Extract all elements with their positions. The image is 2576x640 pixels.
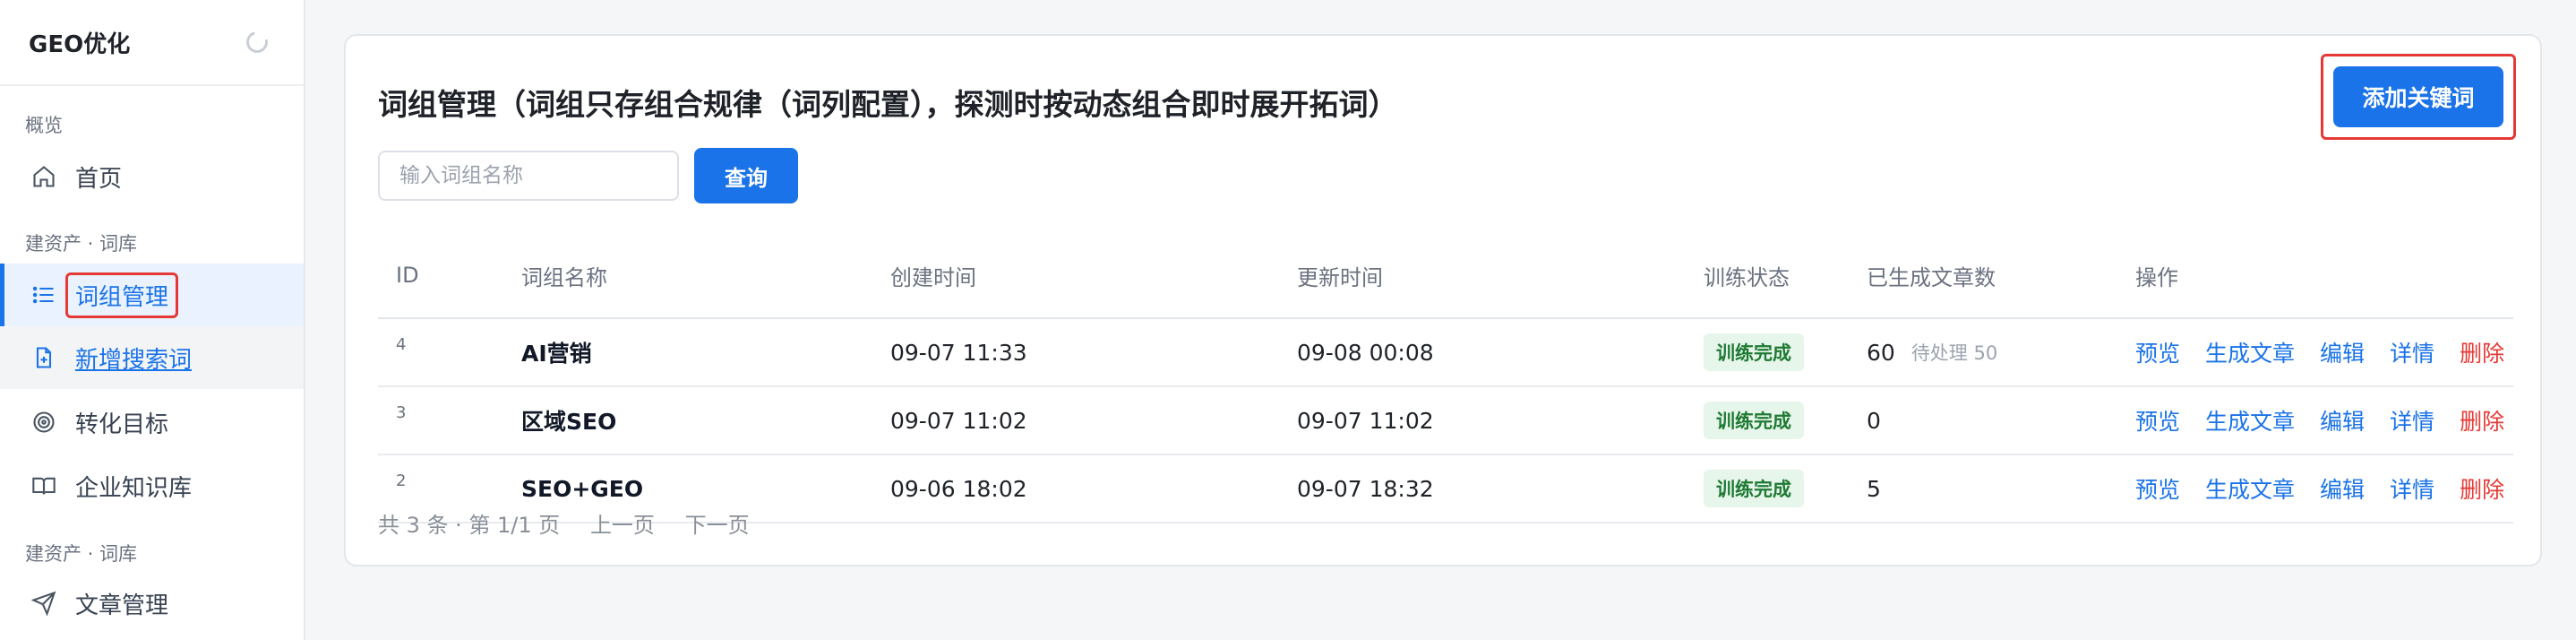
generate-article-link[interactable]: 生成文章	[2205, 404, 2295, 437]
sidebar-item-conversion-goals[interactable]: 转化目标	[0, 391, 304, 454]
sidebar-item-new-search-term[interactable]: 新增搜索词	[0, 326, 304, 389]
row-updated: 09-07 18:32	[1297, 475, 1434, 502]
prev-page-link[interactable]: 上一页	[590, 513, 655, 538]
edit-link[interactable]: 编辑	[2320, 404, 2365, 437]
delete-link[interactable]: 删除	[2460, 404, 2504, 437]
column-header-created: 创建时间	[890, 264, 976, 290]
row-count: 60	[1867, 339, 1895, 366]
preview-link[interactable]: 预览	[2135, 472, 2180, 505]
row-count: 5	[1867, 475, 1881, 502]
row-status-cell: 训练完成	[1704, 319, 1804, 385]
sidebar-item-label: 词组管理	[65, 272, 179, 318]
column-header-name: 词组名称	[521, 264, 607, 290]
row-count-cell: 60 待处理 50	[1867, 319, 1997, 385]
row-name: AI营销	[521, 341, 592, 367]
brand-title: GEO优化	[29, 30, 131, 58]
word-group-table: ID 词组名称 创建时间 更新时间 训练状态 已生成文章数 操作 4 AI营销 …	[378, 233, 2513, 523]
home-icon	[30, 163, 57, 190]
edit-link[interactable]: 编辑	[2320, 336, 2365, 368]
detail-link[interactable]: 详情	[2390, 404, 2434, 437]
row-created: 09-07 11:02	[890, 407, 1027, 434]
sidebar-item-label: 转化目标	[75, 411, 169, 438]
row-ops: 预览 生成文章 编辑 详情 删除	[2135, 319, 2504, 385]
table-row: 3 区域SEO 09-07 11:02 09-07 11:02 训练完成 0 预…	[378, 387, 2513, 455]
book-icon	[30, 472, 57, 499]
row-ops: 预览 生成文章 编辑 详情 删除	[2135, 387, 2504, 454]
query-button[interactable]: 查询	[694, 148, 798, 203]
preview-link[interactable]: 预览	[2135, 404, 2180, 437]
status-badge: 训练完成	[1704, 470, 1804, 507]
add-keyword-button[interactable]: 添加关键词	[2333, 66, 2503, 127]
column-header-updated: 更新时间	[1297, 264, 1383, 290]
pagination: 共 3 条 · 第 1/1 页 上一页 下一页	[378, 507, 773, 539]
detail-link[interactable]: 详情	[2390, 472, 2434, 505]
sidebar-item-label: 文章管理	[75, 592, 169, 619]
status-badge: 训练完成	[1704, 333, 1804, 371]
generate-article-link[interactable]: 生成文章	[2205, 472, 2295, 505]
pagination-summary: 共 3 条 · 第 1/1 页	[378, 513, 561, 538]
row-name: 区域SEO	[521, 409, 617, 435]
table-row: 4 AI营销 09-07 11:33 09-08 00:08 训练完成 60 待…	[378, 319, 2513, 387]
search-input[interactable]	[378, 151, 679, 201]
row-count-cell: 5	[1867, 455, 1881, 522]
row-created: 09-06 18:02	[890, 475, 1027, 502]
table-header: ID 词组名称 创建时间 更新时间 训练状态 已生成文章数 操作	[378, 233, 2513, 319]
sidebar-item-articles[interactable]: 文章管理	[0, 572, 304, 635]
sidebar-item-label: 新增搜索词	[75, 346, 193, 374]
row-pending: 待处理 50	[1911, 342, 1998, 364]
row-status-cell: 训练完成	[1704, 455, 1804, 522]
generate-article-link[interactable]: 生成文章	[2205, 336, 2295, 368]
section-label-assets-2: 建资产 · 词库	[25, 543, 138, 565]
list-icon	[30, 281, 57, 308]
detail-link[interactable]: 详情	[2390, 336, 2434, 368]
column-header-id: ID	[396, 263, 419, 288]
next-page-link[interactable]: 下一页	[685, 513, 750, 538]
section-label-assets: 建资产 · 词库	[25, 233, 138, 255]
section-label-overview: 概览	[25, 115, 63, 136]
row-updated: 09-08 00:08	[1297, 339, 1434, 366]
row-updated: 09-07 11:02	[1297, 407, 1434, 434]
row-created: 09-07 11:33	[890, 339, 1027, 366]
page-title: 词组管理（词组只存组合规律（词列配置），探测时按动态组合即时展开拓词）	[378, 87, 1398, 122]
add-keyword-highlight: 添加关键词	[2321, 54, 2516, 140]
loading-spinner-icon	[242, 27, 272, 57]
target-icon	[30, 409, 57, 436]
delete-link[interactable]: 删除	[2460, 336, 2504, 368]
row-id: 4	[396, 335, 407, 354]
row-id: 3	[396, 403, 407, 422]
column-header-ops: 操作	[2135, 264, 2178, 290]
column-header-count: 已生成文章数	[1867, 264, 1996, 290]
status-badge: 训练完成	[1704, 402, 1804, 439]
sidebar-item-knowledge-base[interactable]: 企业知识库	[0, 454, 304, 517]
send-icon	[30, 590, 57, 617]
preview-link[interactable]: 预览	[2135, 336, 2180, 368]
brand-header: GEO优化	[0, 0, 304, 86]
delete-link[interactable]: 删除	[2460, 472, 2504, 505]
word-group-panel: 词组管理（词组只存组合规律（词列配置），探测时按动态组合即时展开拓词） 添加关键…	[344, 34, 2542, 566]
edit-link[interactable]: 编辑	[2320, 472, 2365, 505]
column-header-status: 训练状态	[1704, 264, 1790, 290]
row-count-cell: 0	[1867, 387, 1881, 454]
row-ops: 预览 生成文章 编辑 详情 删除	[2135, 455, 2504, 522]
sidebar-item-label: 首页	[75, 165, 123, 193]
file-plus-icon	[30, 344, 57, 371]
sidebar-item-word-groups[interactable]: 词组管理	[0, 264, 304, 326]
sidebar-item-home[interactable]: 首页	[0, 145, 304, 208]
sidebar: GEO优化 概览 首页 建资产 · 词库 词组管理 新增搜索词 转化目标 企业知…	[0, 0, 305, 640]
sidebar-item-label: 企业知识库	[75, 474, 193, 502]
row-status-cell: 训练完成	[1704, 387, 1804, 454]
row-count: 0	[1867, 407, 1881, 434]
